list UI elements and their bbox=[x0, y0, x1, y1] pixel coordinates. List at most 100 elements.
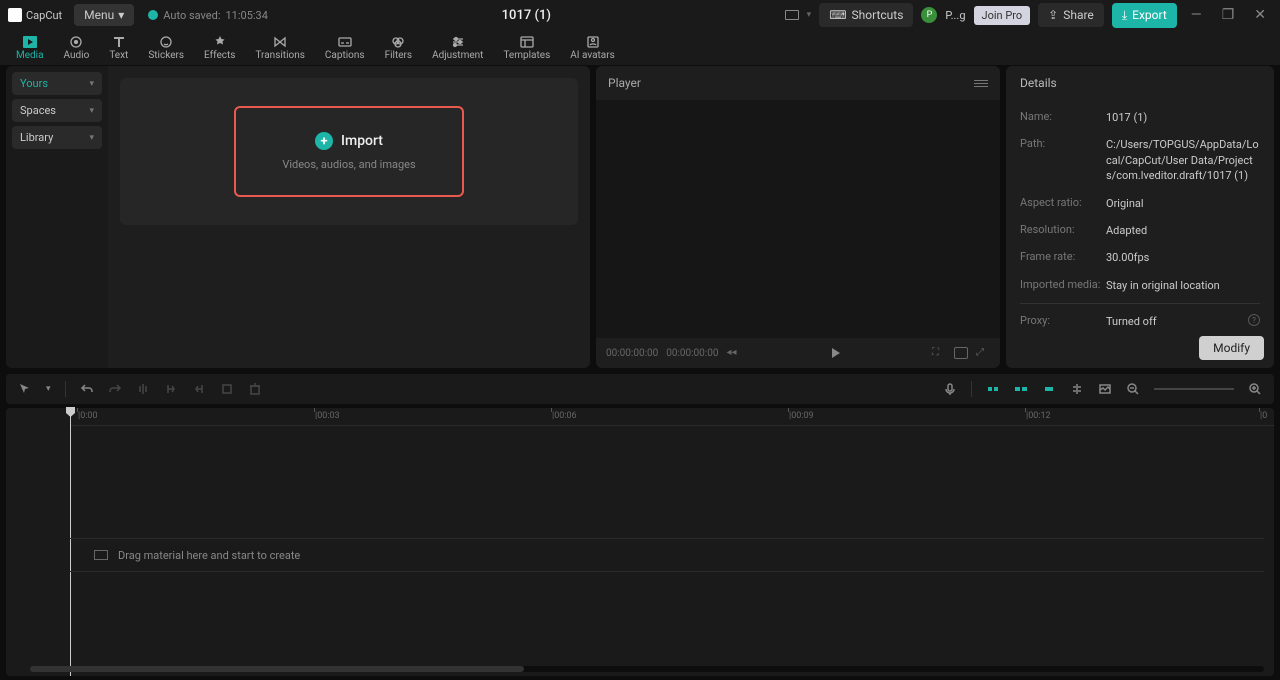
detail-value: Original bbox=[1106, 196, 1260, 211]
tab-label: Text bbox=[109, 50, 128, 61]
undo-icon[interactable] bbox=[80, 382, 94, 396]
ruler-tick: |0 bbox=[1260, 411, 1267, 421]
close-button[interactable]: ✕ bbox=[1248, 3, 1272, 27]
detail-label: Resolution: bbox=[1020, 223, 1106, 238]
autosave-status: Auto saved: 11:05:34 bbox=[148, 9, 268, 22]
tab-label: Adjustment bbox=[432, 50, 483, 61]
text-icon bbox=[111, 35, 127, 49]
link-icon[interactable] bbox=[1014, 382, 1028, 396]
import-label: Import bbox=[341, 133, 383, 149]
ruler-tick: |00:06 bbox=[552, 411, 577, 421]
timeline[interactable]: |0:00 |00:03 |00:06 |00:09 |00:12 |0 Dra… bbox=[6, 408, 1274, 676]
detail-value: C:/Users/TOPGUS/AppData/Local/CapCut/Use… bbox=[1106, 137, 1260, 183]
ruler-tick: |00:12 bbox=[1026, 411, 1051, 421]
keyboard-icon: ⌨ bbox=[829, 8, 846, 22]
tab-effects[interactable]: Effects bbox=[194, 33, 245, 65]
join-pro-button[interactable]: Join Pro bbox=[974, 6, 1031, 25]
avatar[interactable]: P bbox=[921, 7, 937, 23]
crop-icon[interactable] bbox=[220, 382, 234, 396]
tab-media[interactable]: Media bbox=[6, 33, 54, 65]
time-current: 00:00:00:00 bbox=[606, 348, 658, 359]
zoom-in-icon[interactable] bbox=[1248, 382, 1262, 396]
import-button[interactable]: + Import Videos, audios, and images bbox=[234, 106, 464, 197]
zoom-slider[interactable] bbox=[1154, 388, 1234, 390]
trim-left-icon[interactable] bbox=[164, 382, 178, 396]
tab-filters[interactable]: Filters bbox=[375, 33, 423, 65]
chevron-down-icon[interactable]: ▾ bbox=[807, 10, 812, 20]
media-body: + Import Videos, audios, and images bbox=[108, 66, 590, 368]
chevron-down-icon: ▾ bbox=[89, 133, 94, 143]
preview-icon[interactable] bbox=[1042, 382, 1056, 396]
detail-label: Path: bbox=[1020, 137, 1106, 183]
minimize-button[interactable]: — bbox=[1185, 3, 1208, 27]
import-card: + Import Videos, audios, and images bbox=[120, 78, 578, 225]
split-icon[interactable] bbox=[136, 382, 150, 396]
trim-right-icon[interactable] bbox=[192, 382, 206, 396]
magnet-icon[interactable] bbox=[986, 382, 1000, 396]
tab-adjustment[interactable]: Adjustment bbox=[422, 33, 493, 65]
focus-icon[interactable]: ⛶ bbox=[932, 347, 946, 359]
tab-audio[interactable]: Audio bbox=[54, 33, 100, 65]
sidebar-item-yours[interactable]: Yours▾ bbox=[12, 72, 102, 95]
ratio-icon[interactable] bbox=[954, 347, 968, 359]
shortcuts-button[interactable]: ⌨ Shortcuts bbox=[819, 3, 913, 27]
stickers-icon bbox=[158, 35, 174, 49]
redo-icon[interactable] bbox=[108, 382, 122, 396]
timeline-ruler[interactable]: |0:00 |00:03 |00:06 |00:09 |00:12 |0 bbox=[70, 408, 1274, 426]
align-icon[interactable] bbox=[1070, 382, 1084, 396]
timeline-scrollbar[interactable] bbox=[30, 666, 1264, 672]
sidebar-item-spaces[interactable]: Spaces▾ bbox=[12, 99, 102, 122]
ai-avatars-icon bbox=[585, 35, 601, 49]
tab-label: Audio bbox=[64, 50, 90, 61]
zoom-out-icon[interactable] bbox=[1126, 382, 1140, 396]
menu-button[interactable]: Menu ▾ bbox=[74, 4, 134, 26]
maximize-button[interactable]: ❐ bbox=[1216, 3, 1241, 27]
sidebar-item-library[interactable]: Library▾ bbox=[12, 126, 102, 149]
details-panel: Details Name:1017 (1) Path:C:/Users/TOPG… bbox=[1006, 66, 1274, 368]
player-menu-icon[interactable] bbox=[974, 80, 988, 87]
scrollbar-thumb[interactable] bbox=[30, 666, 524, 672]
chevron-down-icon[interactable]: ▾ bbox=[46, 384, 51, 394]
tab-templates[interactable]: Templates bbox=[493, 33, 560, 65]
share-button[interactable]: ⇪ Share bbox=[1038, 3, 1104, 27]
cover-icon[interactable] bbox=[1098, 382, 1112, 396]
detail-label: Imported media: bbox=[1020, 278, 1106, 293]
tab-label: Captions bbox=[325, 50, 365, 61]
media-icon bbox=[22, 35, 38, 49]
pointer-icon[interactable] bbox=[18, 382, 32, 396]
adjustment-icon bbox=[450, 35, 466, 49]
sidebar-label: Yours bbox=[20, 77, 48, 90]
prev-frame-icon[interactable]: ◂◂ bbox=[726, 347, 740, 359]
empty-track[interactable]: Drag material here and start to create bbox=[70, 538, 1264, 572]
menu-label: Menu bbox=[84, 8, 114, 22]
app-logo: CapCut bbox=[8, 8, 62, 22]
export-label: Export bbox=[1132, 8, 1167, 22]
ruler-tick: |0:00 bbox=[78, 411, 98, 421]
play-button[interactable] bbox=[832, 348, 840, 358]
titlebar-right: ▾ ⌨ Shortcuts P P...g Join Pro ⇪ Share ⤓… bbox=[785, 3, 1272, 28]
detail-label: Proxy: bbox=[1020, 314, 1106, 328]
tab-label: Transitions bbox=[255, 50, 304, 61]
tab-text[interactable]: Text bbox=[99, 33, 138, 65]
help-icon[interactable]: ? bbox=[1248, 314, 1260, 326]
project-title: 1017 (1) bbox=[268, 8, 785, 23]
tab-captions[interactable]: Captions bbox=[315, 33, 375, 65]
shortcuts-label: Shortcuts bbox=[852, 8, 904, 22]
filters-icon bbox=[390, 35, 406, 49]
export-icon: ⤓ bbox=[1122, 8, 1127, 23]
chevron-down-icon: ▾ bbox=[118, 8, 124, 22]
logo-icon bbox=[8, 8, 22, 22]
tab-label: Templates bbox=[503, 50, 550, 61]
layout-icon[interactable] bbox=[785, 10, 799, 20]
modify-button[interactable]: Modify bbox=[1199, 336, 1264, 360]
tab-stickers[interactable]: Stickers bbox=[138, 33, 194, 65]
fullscreen-icon[interactable]: ⤢ bbox=[976, 347, 990, 359]
mic-icon[interactable] bbox=[943, 382, 957, 396]
export-button[interactable]: ⤓ Export bbox=[1112, 3, 1177, 28]
detail-label: Aspect ratio: bbox=[1020, 196, 1106, 211]
tool-tabs: Media Audio Text Stickers Effects Transi… bbox=[0, 30, 1280, 66]
detail-value: 1017 (1) bbox=[1106, 110, 1260, 125]
tab-transitions[interactable]: Transitions bbox=[245, 33, 314, 65]
tab-ai-avatars[interactable]: AI avatars bbox=[560, 33, 625, 65]
delete-icon[interactable] bbox=[248, 382, 262, 396]
